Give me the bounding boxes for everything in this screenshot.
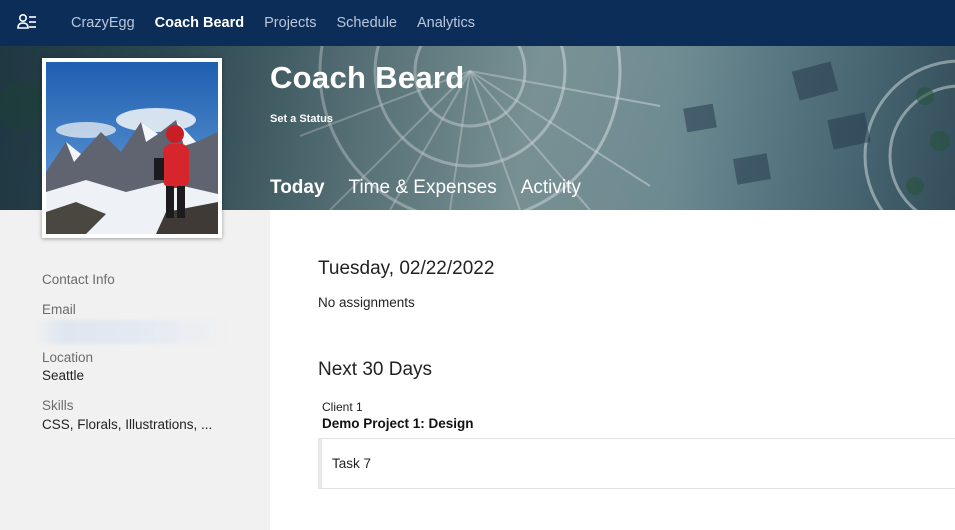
top-nav: CrazyEgg Coach Beard Projects Schedule A…: [0, 0, 955, 46]
tab-time-expenses[interactable]: Time & Expenses: [349, 177, 497, 199]
avatar[interactable]: [42, 58, 222, 238]
nav-analytics[interactable]: Analytics: [417, 15, 475, 31]
profile-sidebar: Contact Info Email Location Seattle Skil…: [0, 210, 270, 530]
avatar-photo: [46, 62, 218, 234]
nav-projects[interactable]: Projects: [264, 15, 316, 31]
nav-crazyegg[interactable]: CrazyEgg: [71, 15, 135, 31]
set-status-link[interactable]: Set a Status: [270, 113, 333, 125]
contact-info-label: Contact Info: [42, 272, 115, 287]
profile-name: Coach Beard: [270, 60, 465, 95]
profile-tabs: Today Time & Expenses Activity: [270, 177, 605, 199]
email-label: Email: [42, 302, 76, 317]
client-name: Client 1: [322, 400, 363, 414]
nav-coach-beard[interactable]: Coach Beard: [155, 15, 244, 31]
task-name: Task 7: [332, 456, 372, 471]
today-panel: Tuesday, 02/22/2022 No assignments Next …: [270, 210, 955, 530]
date-heading: Tuesday, 02/22/2022: [318, 258, 495, 279]
no-assignments-text: No assignments: [318, 295, 415, 310]
email-value-redacted: [34, 320, 224, 344]
task-card[interactable]: Task 7: [318, 438, 955, 489]
people-icon[interactable]: [17, 13, 37, 33]
tab-today[interactable]: Today: [270, 177, 325, 199]
location-label: Location: [42, 350, 94, 365]
project-name[interactable]: Demo Project 1: Design: [322, 416, 474, 431]
nav-schedule[interactable]: Schedule: [337, 15, 397, 31]
skills-label: Skills: [42, 398, 74, 413]
skills-value[interactable]: CSS, Florals, Illustrations, ...: [42, 417, 212, 432]
tab-activity[interactable]: Activity: [521, 177, 581, 199]
next-30-days-heading: Next 30 Days: [318, 359, 433, 380]
location-value: Seattle: [42, 368, 85, 383]
